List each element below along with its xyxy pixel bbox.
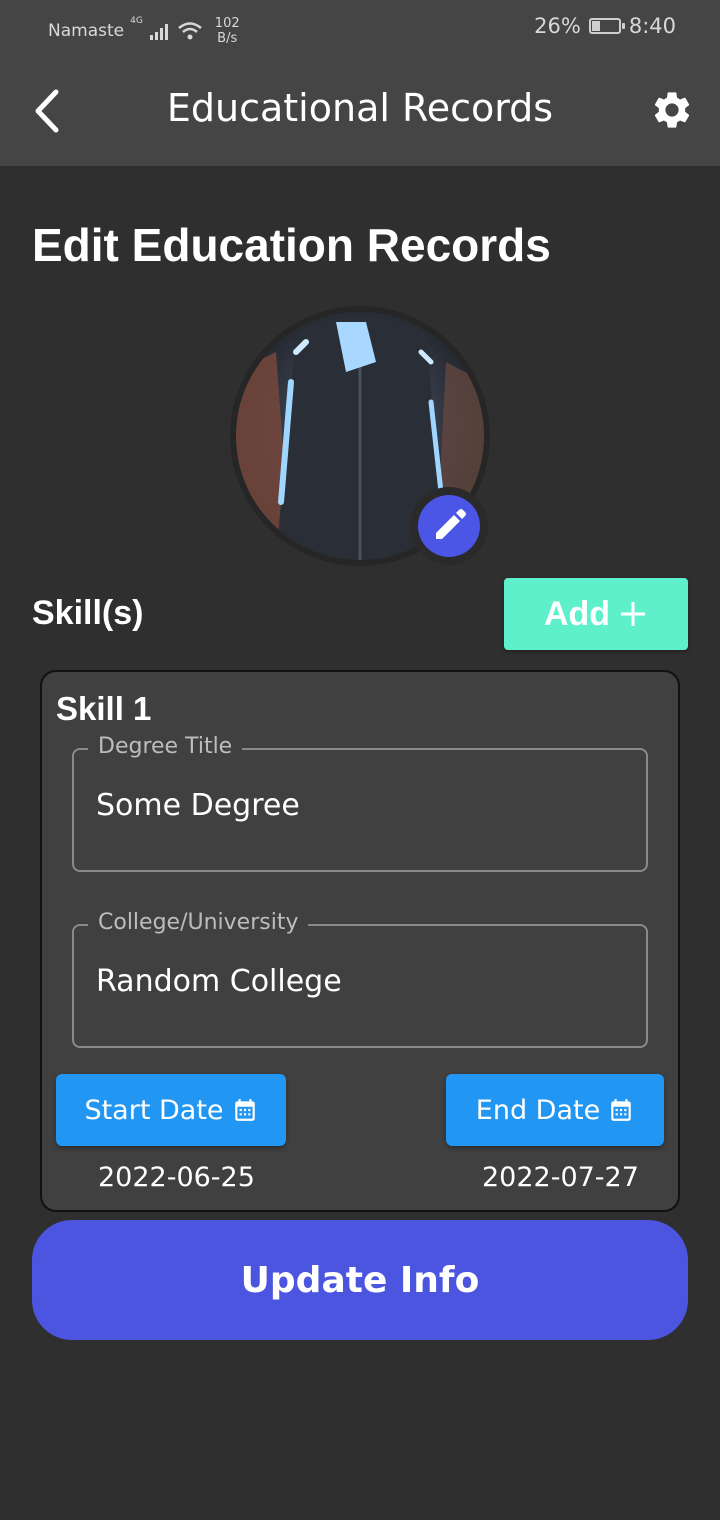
page-title: Edit Education Records	[32, 219, 551, 271]
network-type: 4G	[130, 16, 143, 26]
end-date-button[interactable]: End Date	[446, 1074, 664, 1146]
degree-title-value[interactable]: Some Degree	[96, 788, 300, 823]
add-skill-label: Add	[543, 594, 611, 633]
chevron-left-icon	[35, 89, 59, 133]
end-date-label: End Date	[475, 1094, 601, 1126]
network-speed-value: 102	[214, 16, 240, 31]
clock-time: 8:40	[628, 14, 676, 38]
settings-button[interactable]	[650, 88, 694, 132]
battery-percent: 26%	[534, 14, 581, 38]
end-date-value: 2022-07-27	[482, 1162, 639, 1193]
gear-icon	[654, 92, 690, 128]
calendar-icon	[234, 1099, 255, 1121]
carrier-name: Namaste	[48, 21, 125, 41]
skill-card: Skill 1 Degree Title Some Degree College…	[40, 670, 680, 1212]
back-button[interactable]	[28, 84, 78, 138]
plus-icon	[621, 602, 646, 626]
wifi-icon	[178, 22, 202, 40]
app-bar: Educational Records	[0, 56, 720, 166]
degree-title-field[interactable]: Degree Title Some Degree	[72, 734, 648, 872]
skills-section-label: Skill(s)	[32, 594, 144, 632]
college-field[interactable]: College/University Random College	[72, 910, 648, 1048]
update-info-button[interactable]: Update Info	[32, 1220, 688, 1340]
status-bar: Namaste 4G 102 B/s 26% 8:40	[0, 0, 720, 56]
status-left: Namaste 4G 102 B/s	[48, 16, 240, 46]
college-label: College/University	[88, 910, 309, 935]
college-value[interactable]: Random College	[96, 964, 342, 999]
network-speed: 102 B/s	[215, 16, 240, 46]
skill-card-title: Skill 1	[56, 690, 152, 727]
start-date-value: 2022-06-25	[98, 1162, 255, 1193]
add-skill-button[interactable]: Add	[504, 578, 688, 650]
calendar-icon	[611, 1099, 631, 1121]
status-right: 26% 8:40	[534, 14, 676, 38]
edit-photo-button[interactable]	[410, 487, 488, 565]
start-date-button[interactable]: Start Date	[56, 1074, 286, 1146]
start-date-label: Start Date	[84, 1094, 224, 1126]
degree-title-label: Degree Title	[88, 734, 243, 759]
network-speed-unit: B/s	[217, 31, 238, 46]
cellular-signal-icon	[149, 24, 168, 40]
app-bar-title: Educational Records	[166, 86, 554, 130]
battery-icon	[588, 18, 625, 34]
edit-photo-badge	[418, 495, 480, 557]
pencil-icon	[436, 509, 466, 539]
